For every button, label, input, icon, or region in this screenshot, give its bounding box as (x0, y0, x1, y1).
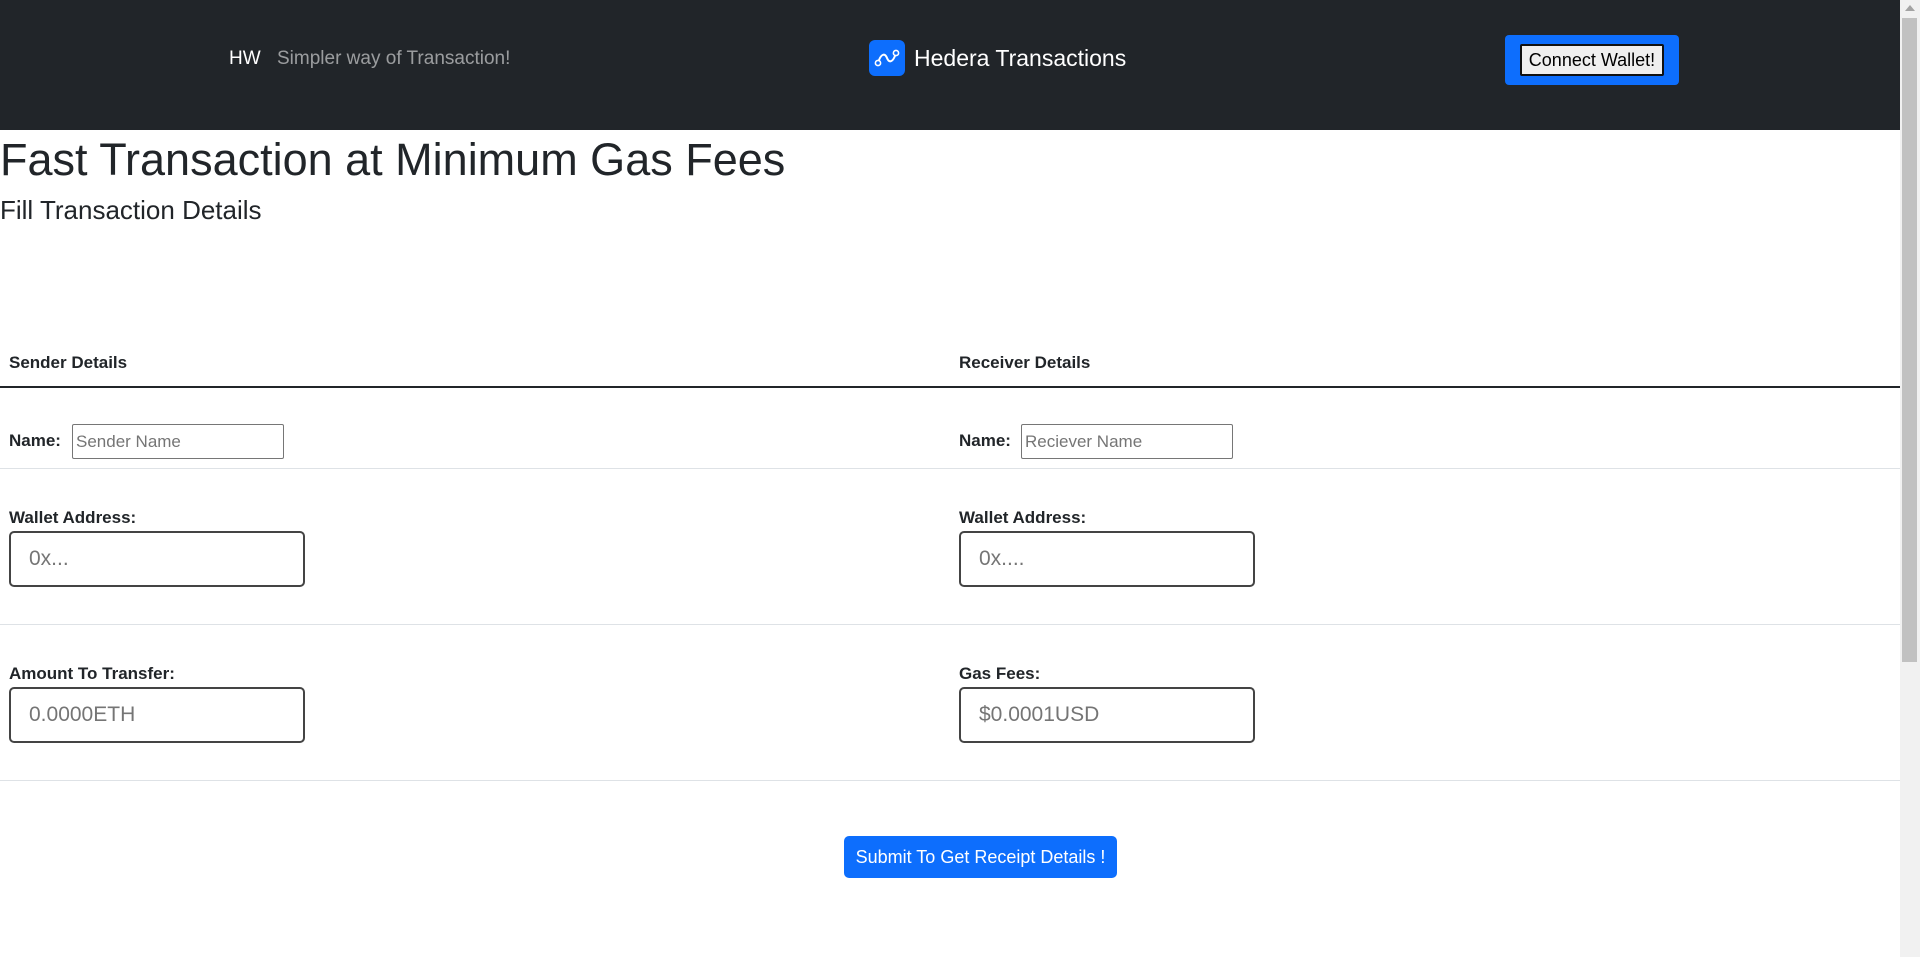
scrollbar-thumb[interactable] (1902, 18, 1917, 662)
page-subtitle: Fill Transaction Details (0, 195, 262, 225)
app-title: Hedera Transactions (914, 45, 1127, 71)
sender-details-heading: Sender Details (9, 353, 128, 372)
scrollbar[interactable] (1900, 0, 1920, 957)
sender-wallet-label: Wallet Address: (9, 508, 137, 527)
brand-link[interactable]: HW (229, 47, 261, 71)
gas-fees-input[interactable] (959, 687, 1255, 743)
table-header-divider (0, 386, 1900, 388)
connect-wallet-wrapper: Connect Wallet! (1505, 35, 1679, 85)
receiver-name-input[interactable] (1021, 424, 1233, 459)
row-divider (0, 780, 1900, 781)
connect-wallet-button[interactable]: Connect Wallet! (1520, 44, 1664, 76)
receiver-wallet-input[interactable] (959, 531, 1255, 587)
scroll-up-arrow-icon[interactable] (1905, 5, 1915, 11)
amount-input[interactable] (9, 687, 305, 743)
tagline-text: Simpler way of Transaction! (277, 48, 511, 69)
receiver-name-label: Name: (959, 431, 1011, 450)
submit-button[interactable]: Submit To Get Receipt Details ! (844, 836, 1117, 878)
amount-label: Amount To Transfer: (9, 664, 175, 683)
page-title: Fast Transaction at Minimum Gas Fees (0, 134, 786, 185)
receiver-wallet-label: Wallet Address: (959, 508, 1087, 527)
center-brand[interactable]: Hedera Transactions (869, 40, 1126, 76)
sender-name-label: Name: (9, 431, 61, 450)
gas-fees-label: Gas Fees: (959, 664, 1041, 683)
row-divider (0, 468, 1900, 469)
row-divider (0, 624, 1900, 625)
receiver-details-heading: Receiver Details (959, 353, 1091, 372)
route-icon (869, 40, 905, 76)
sender-name-input[interactable] (72, 424, 284, 459)
sender-wallet-input[interactable] (9, 531, 305, 587)
top-navbar: HW Simpler way of Transaction! Hedera Tr… (0, 0, 1900, 130)
